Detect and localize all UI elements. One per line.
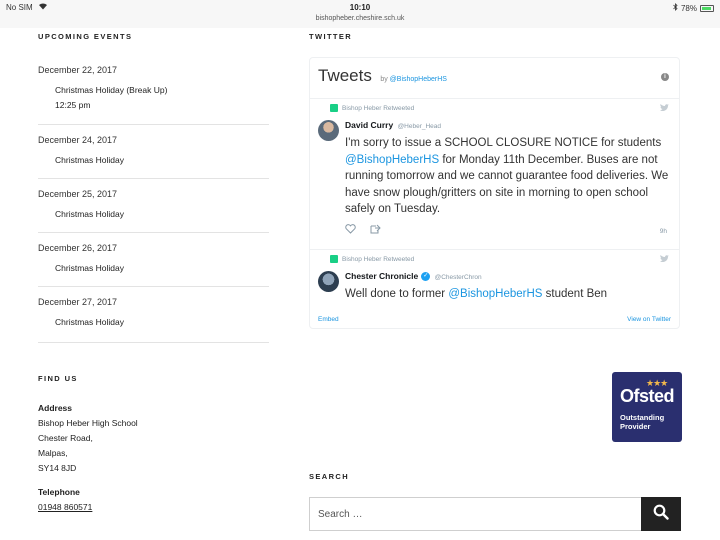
tweet-author[interactable]: David Curry @Heber_Head	[345, 120, 441, 130]
author-name[interactable]: David Curry	[345, 120, 393, 130]
telephone-link[interactable]: 01948 860571	[38, 502, 92, 512]
battery-icon	[700, 4, 714, 12]
address-label: Address	[38, 403, 73, 413]
tweet-text: I'm sorry to issue a SCHOOL CLOSURE NOTI…	[345, 135, 671, 218]
twitter-bird-icon[interactable]	[660, 255, 669, 265]
address-bar-url[interactable]: bishopheber.cheshire.sch.uk	[0, 15, 720, 22]
tweet-actions	[345, 224, 381, 237]
retweeted-by: Bishop Heber Retweeted	[342, 255, 415, 263]
tweet-text: Well done to former @BishopHeberHS stude…	[345, 286, 671, 303]
event-title[interactable]: Christmas Holiday	[55, 317, 269, 327]
retweeted-by: Bishop Heber Retweeted	[342, 104, 415, 112]
address-line: Chester Road,	[38, 433, 93, 443]
twitter-timeline: Tweets by @BishopHeberHS i Bishop Heber …	[309, 57, 680, 329]
address-line: Bishop Heber High School	[38, 418, 138, 428]
event-item[interactable]: December 25, 2017 Christmas Holiday	[38, 178, 269, 232]
tweet-text-segment: student Ben	[542, 288, 608, 300]
ofsted-logo-text: Ofsted	[620, 386, 675, 406]
retweet-line: Bishop Heber Retweeted	[330, 104, 671, 112]
author-handle[interactable]: @ChesterChron	[435, 274, 482, 281]
embed-link[interactable]: Embed	[318, 316, 339, 323]
retweet-icon	[330, 255, 338, 263]
event-title[interactable]: Christmas Holiday (Break Up)	[55, 85, 269, 95]
event-time: 12:25 pm	[55, 100, 91, 110]
telephone-label: Telephone	[38, 487, 80, 497]
search-field[interactable]	[309, 497, 642, 531]
header-divider	[310, 98, 679, 99]
twitter-heading: TWITTER	[309, 32, 353, 41]
search-heading: SEARCH	[309, 472, 350, 481]
event-date: December 25, 2017	[38, 189, 118, 199]
event-item[interactable]: December 26, 2017 Christmas Holiday	[38, 232, 269, 286]
search-button[interactable]	[641, 497, 681, 531]
author-avatar[interactable]	[318, 120, 339, 141]
event-date: December 24, 2017	[38, 135, 118, 145]
ofsted-rating-line: Outstanding	[620, 413, 665, 422]
event-title[interactable]: Christmas Holiday	[55, 209, 269, 219]
timeline-handle-link[interactable]: @BishopHeberHS	[390, 76, 447, 83]
tweet-text-segment: Well done to former	[345, 288, 449, 300]
event-date: December 26, 2017	[38, 243, 118, 253]
ofsted-rating: Outstanding Provider	[620, 413, 664, 431]
event-date: December 22, 2017	[38, 65, 118, 75]
retweet-line: Bishop Heber Retweeted	[330, 255, 671, 263]
status-bar: No SIM 10:10 bishopheber.cheshire.sch.uk…	[0, 0, 720, 28]
find-us-block: Address Bishop Heber High School Chester…	[38, 403, 278, 512]
verified-icon: ✓	[421, 272, 431, 282]
address-line: Malpas,	[38, 448, 68, 458]
twitter-bird-icon[interactable]	[660, 104, 669, 114]
retweet-icon	[330, 104, 338, 112]
tweet-time[interactable]: 9h	[660, 228, 667, 235]
like-icon[interactable]	[345, 224, 356, 237]
search-input[interactable]	[310, 498, 642, 530]
tweet-divider	[310, 249, 679, 250]
event-item[interactable]: December 24, 2017 Christmas Holiday	[38, 124, 269, 178]
tweet-text-segment: I'm sorry to issue a SCHOOL CLOSURE NOTI…	[345, 137, 662, 149]
timeline-footer: Embed View on Twitter	[318, 316, 671, 323]
events-list: December 22, 2017 Christmas Holiday (Bre…	[38, 55, 269, 340]
battery-fill	[702, 6, 712, 10]
events-heading: UPCOMING EVENTS	[38, 32, 133, 41]
info-icon[interactable]: i	[661, 73, 669, 81]
event-title[interactable]: Christmas Holiday	[55, 263, 269, 273]
find-us-heading: FIND US	[38, 374, 78, 383]
author-name[interactable]: Chester Chronicle	[345, 271, 418, 281]
tweet-author[interactable]: Chester Chronicle ✓ @ChesterChron	[345, 271, 482, 282]
tweet[interactable]: Bishop Heber Retweeted Chester Chronicle…	[318, 255, 671, 305]
author-avatar[interactable]	[318, 271, 339, 292]
address-line: SY14 8JD	[38, 463, 77, 473]
ofsted-badge[interactable]: ★★★ Ofsted Outstanding Provider	[612, 372, 682, 442]
event-item[interactable]: December 27, 2017 Christmas Holiday	[38, 286, 269, 340]
author-handle[interactable]: @Heber_Head	[398, 123, 441, 130]
events-divider	[38, 342, 269, 343]
clock: 10:10	[349, 3, 371, 12]
mention-link[interactable]: @BishopHeberHS	[345, 154, 439, 166]
event-title[interactable]: Christmas Holiday	[55, 155, 269, 165]
view-on-twitter-link[interactable]: View on Twitter	[627, 316, 671, 323]
event-date: December 27, 2017	[38, 297, 118, 307]
ofsted-rating-line: Provider	[620, 422, 651, 431]
event-item[interactable]: December 22, 2017 Christmas Holiday (Bre…	[38, 55, 269, 110]
mention-link[interactable]: @BishopHeberHS	[448, 288, 542, 300]
status-right: 78%	[673, 3, 714, 13]
search-icon	[653, 504, 669, 525]
timeline-header: Tweets by @BishopHeberHS	[318, 66, 447, 86]
bluetooth-icon	[673, 3, 678, 13]
by-label: by	[380, 76, 388, 83]
battery-percent: 78%	[680, 3, 697, 13]
timeline-title: Tweets	[318, 66, 372, 85]
share-icon[interactable]	[370, 224, 381, 237]
tweet[interactable]: Bishop Heber Retweeted David Curry @Hebe…	[318, 104, 671, 244]
